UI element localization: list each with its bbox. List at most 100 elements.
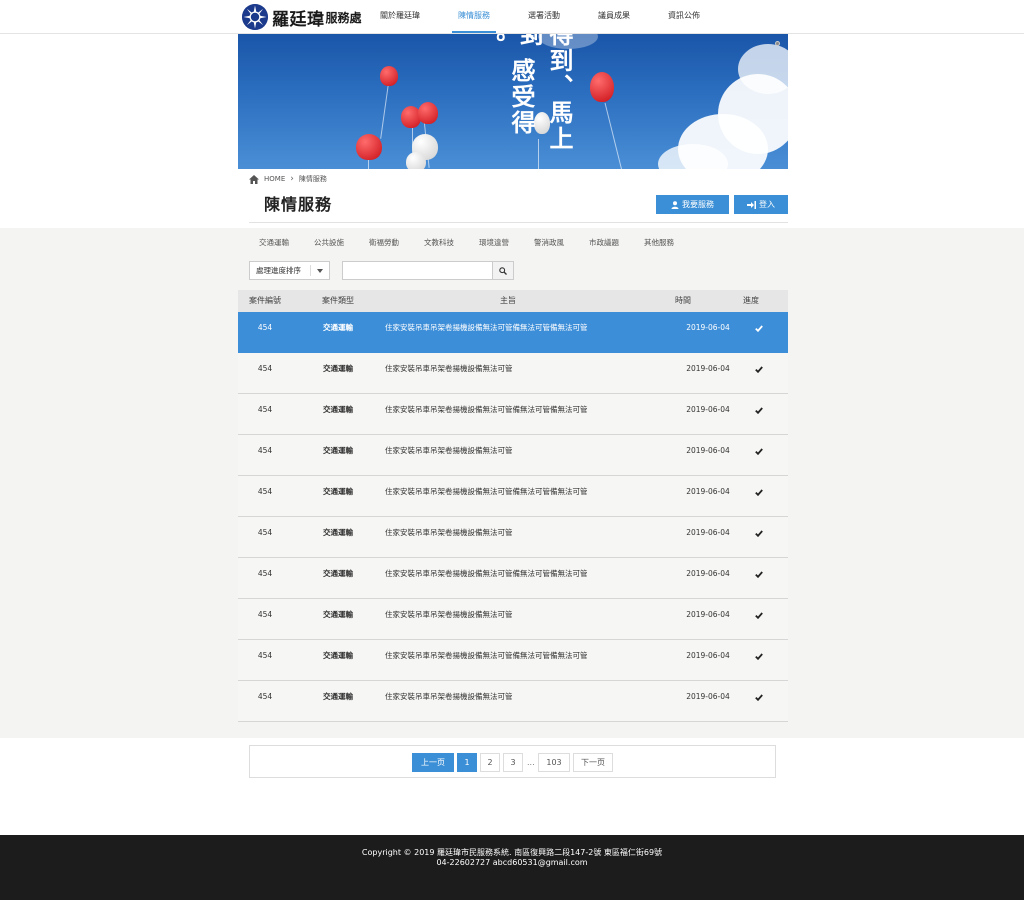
check-icon — [755, 694, 763, 701]
case-date: 2019-06-04 — [686, 651, 730, 660]
col-case-id[interactable]: 案件編號 — [238, 290, 292, 312]
sort-select-value: 處理進度排序 — [256, 266, 301, 275]
case-date: 2019-06-04 — [686, 446, 730, 455]
check-icon — [755, 407, 763, 414]
category-education-tech[interactable]: 文教科技 — [414, 237, 464, 249]
content-area: 交通運輸 公共設施 衛福勞動 文教科技 環境違營 警消政風 市政議題 其他服務 … — [0, 228, 1024, 738]
sort-select[interactable]: 處理進度排序 — [249, 261, 330, 280]
table-row[interactable]: 454 交通運輸 住家安裝吊車吊架卷揚機設備無法可管備無法可管備無法可管 2019-0… — [238, 312, 788, 353]
breadcrumb-home[interactable]: HOME — [264, 175, 285, 183]
nav-info[interactable]: 資訊公佈 — [656, 0, 712, 34]
site-footer: Copyright © 2019 羅廷瑋市民服務系統. 南區復興路二段147-2… — [0, 835, 1024, 900]
pagination: 上一页 1 2 3 ... 103 下一页 — [249, 745, 776, 778]
table-row[interactable]: 454 交通運輸 住家安裝吊車吊架卷揚機設備無法可管備無法可管備無法可管 2019-0… — [238, 640, 788, 681]
case-id: 454 — [257, 651, 273, 660]
category-transport[interactable]: 交通運輸 — [249, 237, 299, 249]
category-other[interactable]: 其他服務 — [634, 237, 684, 249]
table-header: 案件編號 案件類型 主旨 時間 進度 — [238, 290, 788, 312]
nav-activities[interactable]: 選署活動 — [516, 0, 572, 34]
nav-achievements[interactable]: 議員成果 — [586, 0, 642, 34]
category-health-labor[interactable]: 衛福勞動 — [359, 237, 409, 249]
nav-about[interactable]: 關於羅廷瑋 — [368, 0, 432, 34]
site-logo[interactable]: 羅廷瑋 服務處 — [242, 3, 362, 31]
page-3-button[interactable]: 3 — [503, 753, 523, 772]
case-id: 454 — [257, 569, 273, 578]
pagination-ellipsis: ... — [527, 758, 535, 767]
category-public-facilities[interactable]: 公共設施 — [304, 237, 354, 249]
case-date: 2019-06-04 — [686, 487, 730, 496]
party-emblem-icon — [242, 4, 268, 30]
balloon-image — [406, 152, 426, 169]
balloon-image — [590, 72, 614, 102]
request-service-label: 我要服務 — [682, 200, 714, 209]
logo-name: 羅廷瑋 — [272, 9, 325, 30]
search-input[interactable] — [342, 261, 493, 280]
category-police-fire[interactable]: 警消政風 — [524, 237, 574, 249]
prev-page-button[interactable]: 上一页 — [412, 753, 454, 772]
check-icon — [755, 366, 763, 373]
table-row[interactable]: 454 交通運輸 住家安裝吊車吊架卷揚機設備無法可管 2019-06-04 — [238, 517, 788, 558]
case-id: 454 — [257, 610, 273, 619]
case-date: 2019-06-04 — [686, 323, 730, 332]
col-date[interactable]: 時間 — [658, 290, 708, 312]
page-1-button[interactable]: 1 — [457, 753, 477, 772]
home-icon[interactable] — [249, 174, 259, 184]
check-icon — [755, 612, 763, 619]
category-city-issues[interactable]: 市政議題 — [579, 237, 629, 249]
category-nav: 交通運輸 公共設施 衛福勞動 文教科技 環境違營 警消政風 市政議題 其他服務 — [249, 237, 689, 249]
case-date: 2019-06-04 — [686, 692, 730, 701]
check-icon — [755, 489, 763, 496]
divider — [249, 222, 788, 223]
footer-copyright: Copyright © 2019 羅廷瑋市民服務系統. 南區復興路二段147-2… — [361, 848, 663, 857]
breadcrumb-current: 陳情服務 — [298, 175, 327, 183]
carousel-dot[interactable] — [775, 41, 780, 46]
table-row[interactable]: 454 交通運輸 住家安裝吊車吊架卷揚機設備無法可管備無法可管備無法可管 2019-0… — [238, 476, 788, 517]
balloon-image — [380, 66, 398, 86]
table-row[interactable]: 454 交通運輸 住家安裝吊車吊架卷揚機設備無法可管備無法可管備無法可管 2019-0… — [238, 394, 788, 435]
logo-office: 服務處 — [325, 10, 362, 25]
case-date: 2019-06-04 — [686, 528, 730, 537]
balloon-image — [356, 134, 382, 160]
sign-in-icon — [747, 200, 756, 209]
main-nav: 關於羅廷瑋 陳情服務 選署活動 議員成果 資訊公佈 — [368, 0, 726, 34]
next-page-button[interactable]: 下一页 — [573, 753, 613, 772]
footer-contact: 04-22602727 abcd60531@gmail.com — [436, 858, 588, 867]
case-id: 454 — [257, 487, 273, 496]
case-type: 交通運輸 — [323, 651, 353, 660]
banner-slogan-left: 到、感受得到。 — [477, 34, 535, 136]
col-case-type[interactable]: 案件類型 — [308, 290, 368, 312]
case-id: 454 — [257, 528, 273, 537]
case-id: 454 — [257, 405, 273, 414]
col-subject[interactable]: 主旨 — [478, 290, 538, 312]
login-button[interactable]: 登入 — [734, 195, 788, 214]
case-type: 交通運輸 — [323, 405, 353, 414]
check-icon — [755, 325, 763, 332]
table-row[interactable]: 454 交通運輸 住家安裝吊車吊架卷揚機設備無法可管 2019-06-04 — [238, 353, 788, 394]
hero-banner: 得到、馬上到 到、感受得到。 — [238, 34, 788, 169]
check-icon — [755, 530, 763, 537]
case-type: 交通運輸 — [323, 610, 353, 619]
page-2-button[interactable]: 2 — [480, 753, 500, 772]
table-row[interactable]: 454 交通運輸 住家安裝吊車吊架卷揚機設備無法可管 2019-06-04 — [238, 681, 788, 722]
table-row[interactable]: 454 交通運輸 住家安裝吊車吊架卷揚機設備無法可管 2019-06-04 — [238, 599, 788, 640]
nav-petition-service[interactable]: 陳情服務 — [446, 0, 502, 34]
chevron-right-icon: › — [290, 174, 294, 184]
category-environment[interactable]: 環境違營 — [469, 237, 519, 249]
case-type: 交通運輸 — [323, 528, 353, 537]
request-service-button[interactable]: 我要服務 — [656, 195, 729, 214]
case-type: 交通運輸 — [323, 487, 353, 496]
site-header: 羅廷瑋 服務處 關於羅廷瑋 陳情服務 選署活動 議員成果 資訊公佈 — [0, 0, 1024, 34]
search-button[interactable] — [492, 261, 514, 280]
case-id: 454 — [257, 446, 273, 455]
balloon-image — [418, 102, 438, 124]
case-date: 2019-06-04 — [686, 364, 730, 373]
case-id: 454 — [257, 323, 273, 332]
col-progress[interactable]: 進度 — [733, 290, 769, 312]
case-date: 2019-06-04 — [686, 569, 730, 578]
case-date: 2019-06-04 — [686, 405, 730, 414]
case-id: 454 — [257, 692, 273, 701]
table-row[interactable]: 454 交通運輸 住家安裝吊車吊架卷揚機設備無法可管 2019-06-04 — [238, 435, 788, 476]
page-last-button[interactable]: 103 — [538, 753, 570, 772]
check-icon — [755, 571, 763, 578]
table-row[interactable]: 454 交通運輸 住家安裝吊車吊架卷揚機設備無法可管備無法可管備無法可管 2019-0… — [238, 558, 788, 599]
